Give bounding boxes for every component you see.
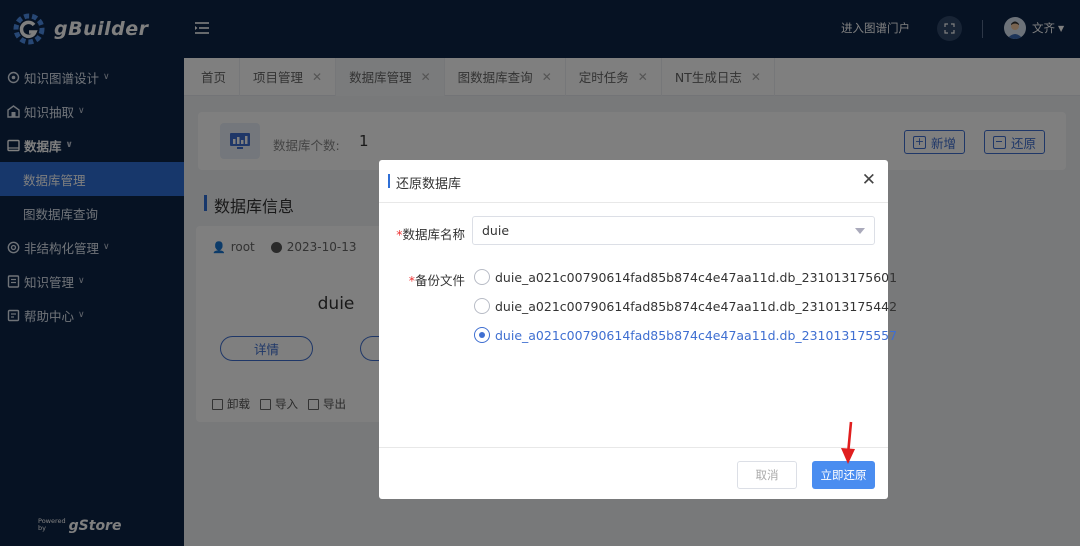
restore-database-dialog: 还原数据库 ✕ *数据库名称 duie *备份文件 duie_a021c0079…: [379, 160, 897, 499]
backup-file-name: duie_a021c00790614fad85b874c4e47aa11d.db…: [495, 269, 898, 285]
radio-button-checked[interactable]: [474, 327, 490, 343]
dialog-footer-divider: [379, 447, 888, 448]
dialog-divider: [379, 202, 888, 203]
db-name-label: *数据库名称: [396, 227, 465, 242]
caret-down-icon: [855, 228, 865, 234]
radio-button[interactable]: [474, 298, 490, 314]
backup-file-option[interactable]: duie_a021c00790614fad85b874c4e47aa11d.db…: [474, 327, 897, 343]
db-name-value: duie: [482, 223, 510, 238]
cancel-button[interactable]: 取消: [737, 461, 797, 489]
backup-file-name: duie_a021c00790614fad85b874c4e47aa11d.db…: [495, 298, 898, 314]
dialog-title: 还原数据库: [388, 173, 461, 192]
db-name-select[interactable]: duie: [472, 216, 875, 245]
cancel-label: 取消: [755, 468, 779, 482]
backup-file-label: *备份文件: [408, 273, 465, 288]
backup-file-option[interactable]: duie_a021c00790614fad85b874c4e47aa11d.db…: [474, 298, 897, 314]
restore-now-label: 立即还原: [820, 468, 867, 482]
backup-file-name: duie_a021c00790614fad85b874c4e47aa11d.db…: [495, 327, 898, 343]
radio-button[interactable]: [474, 269, 490, 285]
backup-file-option[interactable]: duie_a021c00790614fad85b874c4e47aa11d.db…: [474, 269, 897, 285]
close-icon[interactable]: ✕: [862, 170, 876, 190]
annotation-arrow-icon: [841, 421, 855, 464]
